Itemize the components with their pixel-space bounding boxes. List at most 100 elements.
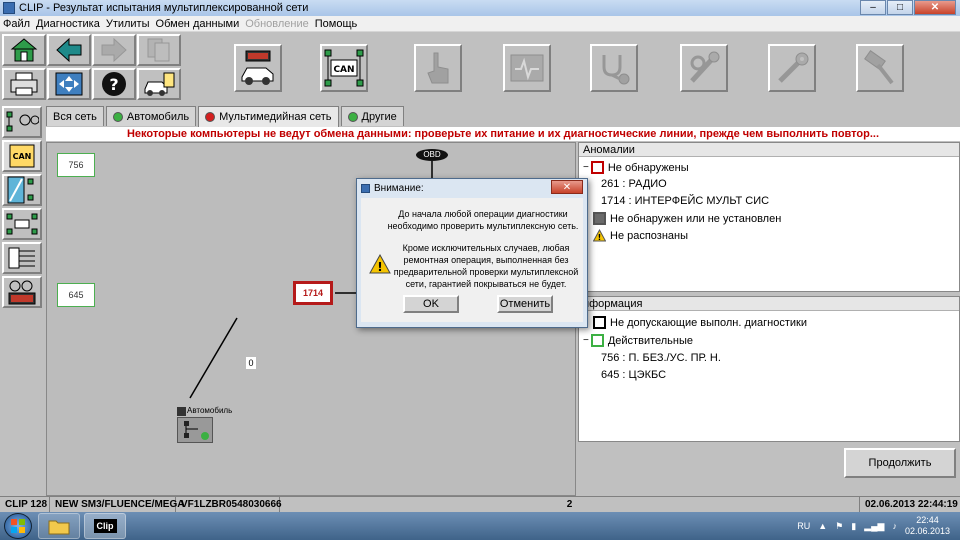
arrow-right-icon bbox=[101, 37, 127, 63]
tree-node-unrecognized[interactable]: ! Не распознаны bbox=[593, 229, 688, 242]
menu-file[interactable]: Файл bbox=[0, 18, 33, 30]
connector-button[interactable] bbox=[2, 242, 42, 274]
wrench-stethoscope-icon bbox=[690, 51, 720, 83]
can-bus-button[interactable] bbox=[2, 174, 42, 206]
tab-vehicle[interactable]: Автомобиль bbox=[105, 106, 197, 126]
documents-button[interactable] bbox=[137, 34, 181, 66]
tab-other[interactable]: Другие bbox=[340, 106, 404, 126]
tree-collapse-icon: − bbox=[583, 162, 589, 173]
language-indicator[interactable]: RU bbox=[797, 521, 810, 531]
taskbar: Clip RU ▲ ⚑ ▮ ▂▄▆ ♪ 22:44 02.06.2013 bbox=[0, 512, 960, 540]
menu-update[interactable]: Обновление bbox=[242, 18, 312, 30]
anomalies-panel: Аномалии − Не обнаружены 261 : РАДИО 171… bbox=[578, 142, 960, 292]
taskbar-explorer[interactable] bbox=[38, 513, 80, 539]
vehicle-node[interactable]: Автомобиль bbox=[177, 406, 232, 443]
svg-text:!: ! bbox=[598, 233, 602, 242]
vehicle-test-button[interactable] bbox=[234, 44, 282, 92]
dialog-ok-button[interactable]: OK bbox=[403, 295, 459, 313]
home-button[interactable] bbox=[2, 34, 46, 66]
node-645[interactable]: 645 bbox=[57, 283, 95, 307]
back-button[interactable] bbox=[47, 34, 91, 66]
dialog-text-line: сети, гарантией покрываться не будет. bbox=[405, 279, 567, 289]
minimize-button[interactable]: – bbox=[860, 0, 886, 15]
display-glasses-button[interactable] bbox=[2, 276, 42, 308]
node-1714[interactable]: 1714 bbox=[293, 281, 333, 305]
can-connect-icon bbox=[6, 213, 38, 235]
can-button[interactable]: CAN bbox=[2, 140, 42, 172]
black-square-icon bbox=[593, 316, 606, 329]
dialog-text-line: ремонтная операция, выполненная без bbox=[403, 255, 569, 265]
can-network-button[interactable]: CAN bbox=[320, 44, 368, 92]
tree-node-valid[interactable]: − Действительные bbox=[583, 334, 693, 347]
manual-test-button[interactable] bbox=[414, 44, 462, 92]
tree-item-756[interactable]: 756 : П. БЕЗ./УС. ПР. Н. bbox=[601, 352, 721, 364]
menu-bar: Файл Диагностика Утилиты Обмен данными О… bbox=[0, 16, 960, 32]
warning-message: Некоторые компьютеры не ведут обмена дан… bbox=[46, 127, 960, 141]
tree-collapse-icon: − bbox=[583, 335, 589, 346]
tree-label: Не распознаны bbox=[610, 229, 689, 242]
status-datetime: 02.06.2013 22:44:19 bbox=[865, 499, 958, 510]
tree-item-645[interactable]: 645 : ЦЭКБС bbox=[601, 369, 666, 381]
network-button[interactable] bbox=[47, 68, 91, 100]
car-display-icon bbox=[241, 50, 274, 85]
battery-icon[interactable]: ▮ bbox=[851, 521, 856, 532]
menu-diagnostics[interactable]: Диагностика bbox=[33, 18, 103, 30]
tree-label: Действительные bbox=[607, 334, 693, 347]
oscilloscope-icon bbox=[510, 54, 544, 82]
taskbar-clock[interactable]: 22:44 02.06.2013 bbox=[905, 515, 950, 537]
diagnosis-button[interactable] bbox=[590, 44, 638, 92]
menu-data-exchange[interactable]: Обмен данными bbox=[153, 18, 243, 30]
arrow-left-icon bbox=[56, 37, 82, 63]
tree-item-radio[interactable]: 261 : РАДИО bbox=[601, 178, 667, 190]
hammer-icon bbox=[864, 50, 894, 85]
maximize-button[interactable]: □ bbox=[887, 0, 913, 15]
tab-label: Другие bbox=[361, 110, 397, 123]
tree-node-not-detected[interactable]: − Не обнаружены bbox=[583, 161, 689, 174]
dialog-close-button[interactable]: ✕ bbox=[551, 180, 583, 194]
tree-node-not-allowed[interactable]: Не допускающие выполн. диагностики bbox=[593, 316, 807, 329]
menu-utilities[interactable]: Утилиты bbox=[103, 18, 153, 30]
tree-node-not-found[interactable]: Не обнаружен или не установлен bbox=[593, 212, 781, 225]
can-glasses-button[interactable] bbox=[2, 106, 42, 138]
connector-icon bbox=[8, 247, 35, 269]
volume-icon[interactable]: ♪ bbox=[892, 521, 897, 531]
status-vehicle: NEW SM3/FLUENCE/MEGA bbox=[50, 497, 184, 512]
tools-button[interactable] bbox=[856, 44, 904, 92]
app-icon bbox=[3, 2, 15, 14]
repair-diagnosis-button[interactable] bbox=[680, 44, 728, 92]
network-icon bbox=[55, 72, 83, 96]
print-button[interactable] bbox=[2, 68, 46, 100]
printer-icon bbox=[10, 72, 38, 96]
taskbar-clip[interactable]: Clip bbox=[84, 513, 126, 539]
can-glasses-icon bbox=[6, 111, 39, 132]
obd-connector[interactable]: OBD bbox=[416, 149, 448, 161]
dialog-app-icon bbox=[361, 183, 370, 193]
help-button[interactable]: ? bbox=[92, 68, 136, 100]
tab-label: Автомобиль bbox=[126, 110, 190, 123]
dialog-message-1: До начала любой операции диагностики нео… bbox=[387, 208, 579, 232]
display-glasses-icon bbox=[8, 280, 36, 305]
menu-help[interactable]: Помощь bbox=[312, 18, 361, 30]
tab-multimedia[interactable]: Мультимедийная сеть bbox=[198, 106, 339, 127]
continue-button[interactable]: Продолжить bbox=[844, 448, 956, 478]
tab-label: Мультимедийная сеть bbox=[219, 111, 332, 123]
vehicle-node-icon bbox=[184, 421, 209, 440]
dialog-text-line: предварительной проверки мультиплексной bbox=[393, 267, 579, 277]
tray-expand-icon[interactable]: ▲ bbox=[818, 521, 827, 531]
close-button[interactable]: ✕ bbox=[914, 0, 956, 15]
can-connect-button[interactable] bbox=[2, 208, 42, 240]
measurement-button[interactable] bbox=[503, 44, 551, 92]
node-756[interactable]: 756 bbox=[57, 153, 95, 177]
forward-button[interactable] bbox=[92, 34, 136, 66]
repair-button[interactable] bbox=[768, 44, 816, 92]
network-signal-icon[interactable]: ▂▄▆ bbox=[864, 521, 884, 532]
start-button[interactable] bbox=[4, 513, 32, 539]
dialog-cancel-button[interactable]: Отменить bbox=[497, 295, 553, 313]
tree-item-multimedia-interface[interactable]: 1714 : ИНТЕРФЕЙС МУЛЬТ СИС bbox=[601, 195, 769, 207]
vehicle-info-button[interactable] bbox=[137, 68, 181, 100]
svg-text:!: ! bbox=[377, 260, 382, 274]
flag-icon[interactable]: ⚑ bbox=[835, 521, 843, 532]
status-bar: CLIP 128 NEW SM3/FLUENCE/MEGA VF1LZBR054… bbox=[0, 496, 960, 512]
taskbar-time: 22:44 bbox=[916, 515, 939, 525]
tab-all-network[interactable]: Вся сеть bbox=[46, 106, 104, 126]
